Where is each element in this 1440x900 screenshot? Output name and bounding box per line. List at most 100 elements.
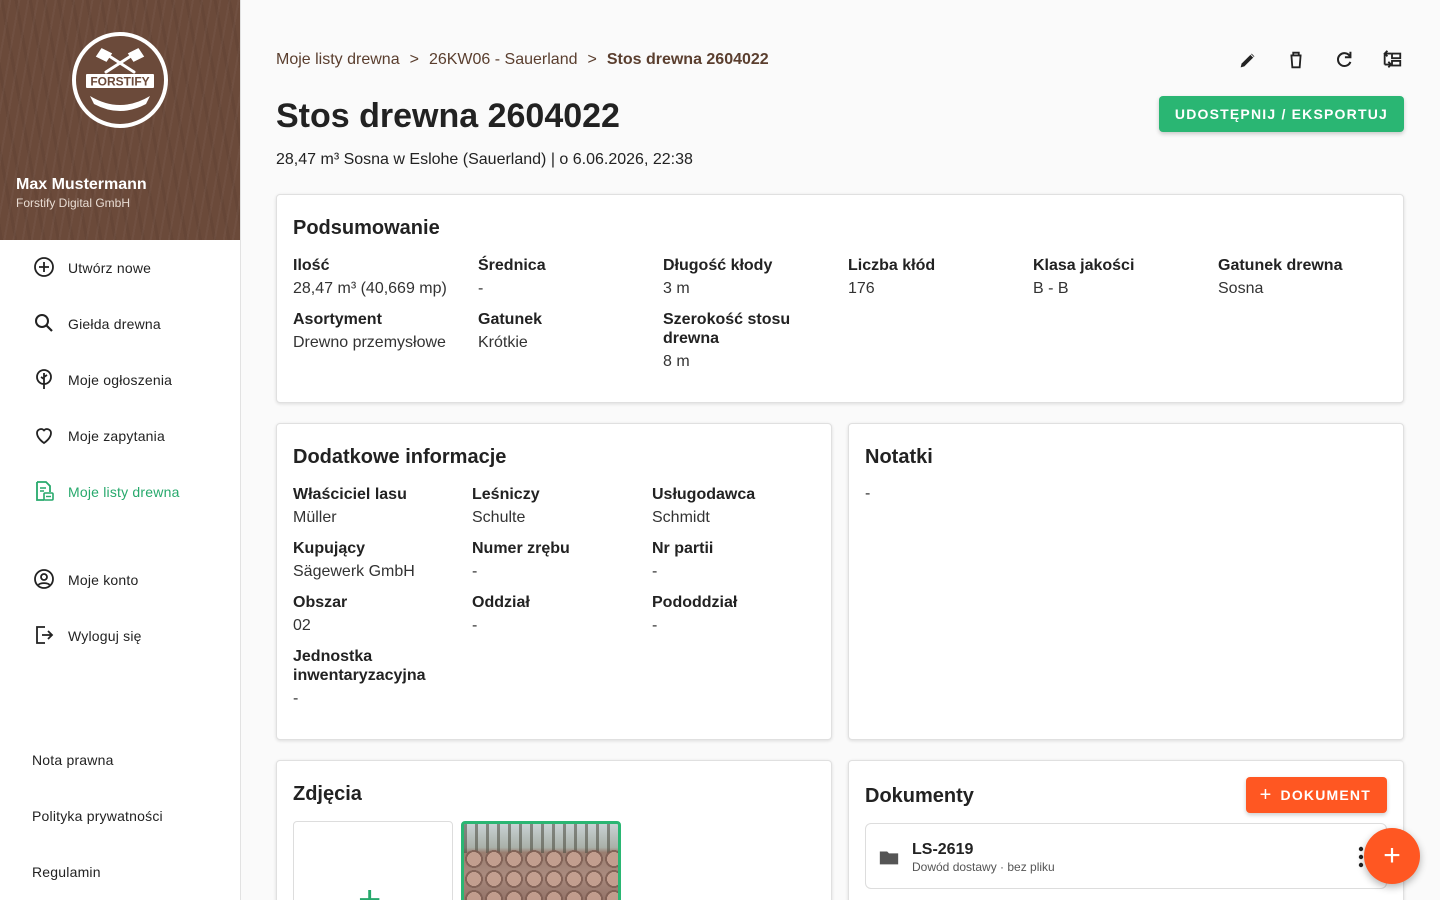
field-label: Kupujący — [293, 540, 366, 557]
refresh-button[interactable] — [1332, 46, 1356, 74]
field-diameter: Średnica - — [478, 256, 653, 298]
field-batch-number: Nr partii - — [652, 539, 827, 581]
sidebar-item-label: Giełda drewna — [68, 316, 161, 332]
field-type: Gatunek Krótkie — [478, 310, 653, 352]
field-label: Liczba kłód — [848, 257, 936, 274]
field-value: Schulte — [472, 509, 526, 526]
notes-card: Notatki - — [848, 423, 1404, 740]
breadcrumb-separator: > — [409, 51, 419, 68]
profile-header: FORSTIFY Max Mustermann Forstify Digital… — [0, 0, 240, 240]
card-title: Notatki — [865, 446, 933, 468]
breadcrumb-wood-lists[interactable]: Moje listy drewna — [276, 51, 400, 69]
add-document-label: DOKUMENT — [1280, 787, 1371, 803]
field-quality-class: Klasa jakości B - B — [1033, 256, 1208, 298]
field-label: Obszar — [293, 594, 348, 611]
transfer-button[interactable] — [1380, 46, 1404, 74]
heart-icon — [36, 428, 52, 445]
sidebar-item-account[interactable]: Moje konto — [0, 552, 240, 608]
user-company: Forstify Digital GmbH — [16, 196, 131, 210]
list-document-icon — [36, 481, 54, 501]
sidebar-item-listings[interactable]: Moje ogłoszenia — [0, 352, 240, 408]
field-value: Sägewerk GmbH — [293, 563, 415, 580]
document-item[interactable]: LS-2619 Dowód dostawy · bez pliku — [865, 823, 1387, 889]
add-photo-button[interactable]: + — [293, 821, 453, 900]
sidebar-item-create[interactable]: Utwórz nowe — [0, 240, 240, 296]
privacy-policy-link[interactable]: Polityka prywatności — [32, 808, 163, 824]
field-pile-width: Szerokość stosu drewna 8 m — [663, 310, 813, 371]
tree-icon — [36, 369, 52, 389]
field-area: Obszar 02 — [293, 593, 468, 635]
field-service-provider: Usługodawca Schmidt — [652, 485, 827, 527]
edit-button[interactable] — [1236, 46, 1260, 74]
field-value: Drewno przemysłowe — [293, 334, 446, 351]
sidebar-item-label: Moje zapytania — [68, 428, 165, 444]
document-tag-icon — [879, 851, 899, 865]
refresh-icon — [1337, 51, 1352, 67]
field-value: 176 — [848, 280, 875, 297]
add-document-button[interactable]: + DOKUMENT — [1245, 777, 1387, 813]
account-circle-icon — [34, 569, 54, 589]
transfer-icon — [1383, 50, 1402, 68]
field-forester: Leśniczy Schulte — [472, 485, 647, 527]
additional-info-card: Dodatkowe informacje Właściciel lasu Müll… — [276, 423, 832, 740]
field-assortment: Asortyment Drewno przemysłowe — [293, 310, 468, 352]
sidebar-item-requests[interactable]: Moje zapytania — [0, 408, 240, 464]
field-value: 3 m — [663, 280, 690, 297]
terms-link[interactable]: Regulamin — [32, 864, 101, 880]
field-label: Właściciel lasu — [293, 486, 407, 503]
field-value: 8 m — [663, 353, 690, 370]
share-export-button[interactable]: UDOSTĘPNIJ / EKSPORTUJ — [1158, 96, 1404, 132]
sidebar-item-label: Moje konto — [68, 572, 139, 588]
field-value: 02 — [293, 617, 311, 634]
sidebar-item-label: Wyloguj się — [68, 628, 142, 644]
card-title: Dodatkowe informacje — [293, 446, 507, 468]
notes-value: - — [865, 485, 871, 502]
sidebar-item-wood-lists[interactable]: Moje listy drewna — [0, 464, 240, 520]
forstify-logo[interactable]: FORSTIFY — [72, 32, 168, 128]
field-value: Krótkie — [478, 334, 528, 351]
field-value: Schmidt — [652, 509, 710, 526]
photo-logs — [464, 849, 618, 900]
field-label: Gatunek — [478, 311, 543, 328]
field-label: Pododdział — [652, 594, 738, 611]
field-label: Nr partii — [652, 540, 714, 557]
field-value: - — [478, 280, 484, 297]
field-value: B - B — [1033, 280, 1069, 297]
field-label: Długość kłody — [663, 257, 773, 274]
field-cutting-number: Numer zrębu - — [472, 539, 647, 581]
page-title: Stos drewna 2604022 — [276, 97, 620, 135]
summary-card: Podsumowanie Ilość 28,47 m³ (40,669 mp) Ś… — [276, 194, 1404, 403]
main-content: Moje listy drewna > 26KW06 - Sauerland >… — [276, 0, 1404, 900]
field-log-length: Długość kłody 3 m — [663, 256, 838, 298]
search-icon — [35, 314, 53, 332]
sidebar-item-label: Moje ogłoszenia — [68, 372, 173, 388]
card-title: Dokumenty — [865, 785, 974, 807]
plus-circle-icon — [34, 257, 54, 277]
documents-card: Dokumenty + DOKUMENT LS-2619 Dowód dosta… — [848, 760, 1404, 900]
field-label: Numer zrębu — [472, 540, 570, 557]
fab-add-button[interactable]: + — [1364, 828, 1420, 884]
delete-button[interactable] — [1284, 46, 1308, 74]
field-value: Sosna — [1218, 280, 1264, 297]
sidebar-item-logout[interactable]: Wyloguj się — [0, 608, 240, 664]
forstify-logo-icon: FORSTIFY — [86, 48, 154, 111]
photo-thumbnail[interactable] — [461, 821, 621, 900]
sidebar: FORSTIFY Max Mustermann Forstify Digital… — [0, 0, 241, 900]
plus-icon: + — [1259, 784, 1273, 806]
sidebar-item-market[interactable]: Giełda drewna — [0, 296, 240, 352]
field-value: - — [652, 563, 658, 580]
document-name: LS-2619 — [912, 841, 974, 858]
plus-icon: + — [358, 878, 382, 900]
sidebar-item-label: Utwórz nowe — [68, 260, 152, 276]
logout-icon — [36, 626, 54, 644]
sidebar-item-label: Moje listy drewna — [68, 484, 180, 500]
field-label: Jednostka inwentaryzacyjna — [293, 648, 426, 684]
breadcrumb-list[interactable]: 26KW06 - Sauerland — [429, 51, 578, 69]
field-division: Oddział - — [472, 593, 647, 635]
field-quantity: Ilość 28,47 m³ (40,669 mp) — [293, 256, 468, 298]
legal-notice-link[interactable]: Nota prawna — [32, 752, 114, 768]
field-label: Ilość — [293, 257, 330, 274]
breadcrumb-separator: > — [587, 51, 597, 68]
breadcrumb-current: Stos drewna 2604022 — [606, 51, 769, 68]
card-title: Zdjęcia — [293, 783, 362, 805]
